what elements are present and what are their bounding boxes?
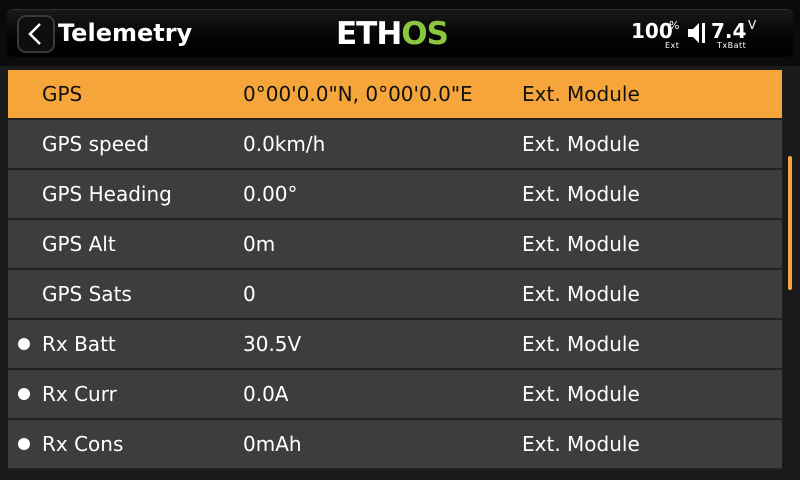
sensor-row[interactable]: Rx Curr 0.0A Ext. Module <box>8 370 782 420</box>
sensor-row[interactable]: Rx Batt 30.5V Ext. Module <box>8 320 782 370</box>
sensor-name: GPS <box>42 82 83 106</box>
ext-battery-unit: % <box>669 19 680 32</box>
svg-text:ETHOS: ETHOS <box>336 16 448 51</box>
sensor-name: GPS Sats <box>42 282 132 306</box>
sensor-name: Rx Batt <box>42 332 116 356</box>
sensor-value: 0.00° <box>243 182 298 206</box>
sensor-source: Ext. Module <box>522 232 640 256</box>
sensor-name: Rx Cons <box>42 432 124 456</box>
back-button[interactable] <box>17 15 55 53</box>
sensor-name: Rx Curr <box>42 382 117 406</box>
top-bar: Telemetry ETHOS 100 % Ext 7.4 V TxBatt <box>7 9 793 57</box>
chevron-left-icon <box>28 23 41 45</box>
tx-battery-unit: V <box>748 18 757 32</box>
sensor-source: Ext. Module <box>522 282 640 306</box>
sensor-row[interactable]: GPS 0°00'0.0"N, 0°00'0.0"E Ext. Module <box>8 70 782 120</box>
status-area: 100 % Ext 7.4 V TxBatt <box>631 11 781 55</box>
sensor-dot-icon <box>18 438 30 450</box>
ext-battery-label: Ext <box>665 41 680 50</box>
sensor-value: 0mAh <box>243 432 302 456</box>
sensor-source: Ext. Module <box>522 82 640 106</box>
ext-battery-value: 100 <box>631 19 673 43</box>
sensor-value: 30.5V <box>243 332 302 356</box>
sensor-row[interactable]: GPS Sats 0 Ext. Module <box>8 270 782 320</box>
sensor-source: Ext. Module <box>522 132 640 156</box>
tx-battery-label: TxBatt <box>717 41 747 50</box>
sensor-dot-icon <box>18 388 30 400</box>
header: Telemetry ETHOS 100 % Ext 7.4 V TxBatt <box>0 0 800 66</box>
sensor-row[interactable]: GPS Heading 0.00° Ext. Module <box>8 170 782 220</box>
sensor-list: GPS 0°00'0.0"N, 0°00'0.0"E Ext. Module GPS … <box>8 70 782 480</box>
sensor-value: 0.0A <box>243 382 289 406</box>
ethos-logo: ETHOS <box>336 16 449 51</box>
sensor-row[interactable]: Rx Cons 0mAh Ext. Module <box>8 420 782 470</box>
sensor-value: 0.0km/h <box>243 132 326 156</box>
scrollbar[interactable] <box>788 156 792 290</box>
sensor-row[interactable]: GPS Alt 0m Ext. Module <box>8 220 782 270</box>
sensor-row[interactable]: GPS speed 0.0km/h Ext. Module <box>8 120 782 170</box>
sensor-source: Ext. Module <box>522 432 640 456</box>
sensor-source: Ext. Module <box>522 182 640 206</box>
sensor-value: 0m <box>243 232 276 256</box>
speaker-icon[interactable] <box>686 20 708 46</box>
sensor-name: GPS Heading <box>42 182 172 206</box>
sensor-source: Ext. Module <box>522 332 640 356</box>
page-title: Telemetry <box>58 19 193 47</box>
sensor-source: Ext. Module <box>522 382 640 406</box>
tx-battery-value: 7.4 <box>711 19 747 43</box>
sensor-dot-icon <box>18 338 30 350</box>
sensor-name: GPS speed <box>42 132 150 156</box>
sensor-value: 0 <box>243 282 256 306</box>
sensor-name: GPS Alt <box>42 232 116 256</box>
sensor-value: 0°00'0.0"N, 0°00'0.0"E <box>243 82 473 106</box>
